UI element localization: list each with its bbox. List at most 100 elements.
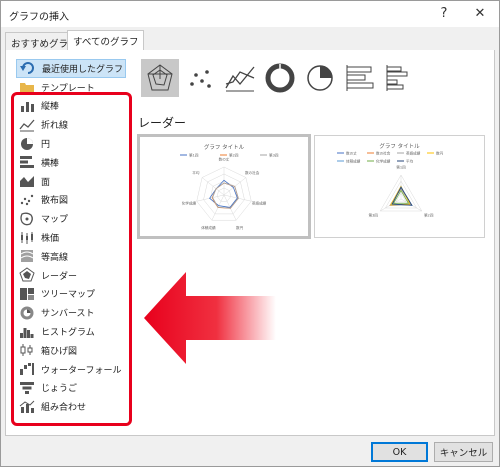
column-chart-icon	[19, 99, 35, 113]
legend-label: 第2四	[229, 153, 239, 158]
category-waterfall-chart[interactable]: ウォーターフォール	[16, 360, 126, 379]
radar-axis-label: 第3四	[369, 213, 379, 218]
help-button[interactable]: ?	[433, 4, 455, 24]
funnel-chart-icon	[19, 381, 35, 395]
legend-label: 体積成績	[346, 159, 361, 164]
category-histogram-chart[interactable]: ヒストグラム	[16, 322, 126, 341]
surface-chart-icon	[19, 249, 35, 263]
category-scatter-chart[interactable]: 散布図	[16, 191, 126, 210]
category-recent-undo[interactable]: 最近使用したグラフ	[16, 59, 126, 78]
radar-axis-label: 平均	[192, 170, 200, 175]
scatter-subtype-icon[interactable]	[181, 59, 219, 97]
chart-panel: 最近使用したグラフ テンプレート 縦棒 折れ線円横棒面散布図 マップ 株価 等高線 レーダーツ…	[5, 50, 495, 436]
stock-chart-icon	[19, 231, 35, 245]
category-label: じょうご	[41, 384, 78, 395]
doughnut-subtype-icon[interactable]	[261, 59, 299, 97]
radar-axis-label: 第1四	[396, 165, 406, 170]
radar-axis-label: 数の社会	[245, 170, 260, 175]
preview-1-chart: 第1四 第2四 第3四数の丈数の社会英語成績数円 体積成績 化学成績 平均	[180, 153, 279, 230]
insert-chart-dialog: グラフの挿入 ? ✕ おすすめグラフ すべてのグラフ 最近使用したグラフ テンプレ…	[0, 0, 500, 467]
category-pie-chart[interactable]: 円	[16, 134, 126, 153]
category-sunburst-chart[interactable]: サンバースト	[16, 303, 126, 322]
category-box-whisker-chart[interactable]: 箱ひげ図	[16, 341, 126, 360]
category-surface-chart[interactable]: 等高線	[16, 247, 126, 266]
section-title: レーダー	[138, 116, 187, 130]
legend-label: 平均	[406, 159, 414, 164]
ok-button[interactable]: OK	[371, 442, 428, 462]
category-label: ツリーマップ	[41, 290, 96, 301]
category-label: 株価	[41, 234, 60, 245]
category-label: 縦棒	[41, 102, 60, 113]
radar-axis-label: 体積成績	[201, 225, 216, 230]
radar-axis-label: 英語成績	[252, 201, 267, 206]
box-whisker-chart-icon	[19, 343, 35, 357]
clustered-bar-subtype-icon[interactable]	[381, 59, 419, 97]
chart-preview-1[interactable]: グラフ タイトル 第1四 第2四 第3四 数の丈 数の社会 英語成績 数円 体積成績 化学成績平…	[137, 134, 311, 239]
category-label: ヒストグラム	[41, 328, 95, 339]
category-label: マップ	[41, 215, 69, 226]
category-label: 円	[41, 140, 51, 151]
category-label: テンプレート	[41, 83, 95, 94]
close-button[interactable]: ✕	[469, 4, 491, 24]
category-stock-chart[interactable]: 株価	[16, 228, 126, 247]
legend-label: 第3四	[269, 153, 279, 158]
tab-bar: おすすめグラフ すべてのグラフ	[5, 29, 495, 52]
radar-subtype-icon[interactable]	[141, 59, 179, 97]
category-label: 散布図	[41, 196, 69, 207]
category-folder[interactable]: テンプレート	[16, 78, 126, 97]
category-label: 箱ひげ図	[41, 346, 78, 357]
category-column-chart[interactable]: 縦棒	[16, 97, 126, 116]
category-funnel-chart[interactable]: じょうご	[16, 379, 126, 398]
category-map-chart[interactable]: マップ	[16, 209, 126, 228]
dialog-title: グラフの挿入	[9, 12, 69, 23]
category-bar-chart[interactable]: 横棒	[16, 153, 126, 172]
chart-category-list: 最近使用したグラフ テンプレート 縦棒折れ線円横棒面散布図マップ株価等高線レーダーツ…	[16, 59, 126, 416]
category-area-chart[interactable]: 面	[16, 172, 126, 191]
radar-axis-label: 数の丈	[219, 157, 230, 162]
red-arrow-icon	[144, 272, 276, 364]
category-label: レーダー	[41, 271, 78, 282]
legend-label: 化学成績	[376, 159, 391, 164]
recent-undo-icon	[20, 61, 36, 75]
category-label: 等高線	[41, 252, 69, 263]
radar-chart-icon	[19, 267, 35, 282]
category-label: ウォーターフォール	[41, 365, 122, 376]
sunburst-chart-icon	[19, 306, 35, 320]
line-chart-icon	[19, 118, 35, 132]
area-chart-icon	[19, 174, 35, 188]
category-label: 横棒	[41, 158, 60, 169]
pie-subtype-icon[interactable]	[301, 59, 339, 97]
category-label: 最近使用したグラフ	[42, 64, 124, 75]
histogram-chart-icon	[19, 325, 35, 339]
category-label: 折れ線	[41, 121, 69, 132]
chart-subtype-row	[141, 59, 421, 99]
stacked-bar-subtype-icon[interactable]	[341, 59, 379, 97]
legend-label: 英語成績	[406, 151, 421, 156]
title-bar: グラフの挿入 ? ✕	[1, 1, 499, 27]
legend-label: 数円	[436, 151, 444, 156]
tab-all-charts[interactable]: すべてのグラフ	[67, 30, 145, 52]
bar-chart-icon	[19, 155, 35, 169]
line-subtype-icon[interactable]	[221, 59, 259, 97]
radar-axis-label: 数円	[236, 225, 244, 230]
radar-axis-label: 第2四	[424, 213, 434, 218]
category-label: 組み合わせ	[41, 403, 87, 414]
map-chart-icon	[19, 212, 35, 226]
radar-axis-label: 化学成績	[182, 201, 197, 206]
category-line-chart[interactable]: 折れ線	[16, 115, 126, 134]
category-combo-chart[interactable]: 組み合わせ	[16, 397, 126, 416]
treemap-chart-icon	[19, 287, 35, 301]
cancel-button[interactable]: キャンセル	[434, 442, 493, 462]
legend-label: 第1四	[189, 153, 199, 158]
category-label: 面	[41, 177, 51, 188]
combo-chart-icon	[19, 400, 35, 414]
legend-label: 数の社会	[376, 151, 391, 156]
category-radar-chart[interactable]: レーダー	[16, 266, 126, 285]
chart-preview-2[interactable]: グラフ タイトル 数の丈 数の社会 英語成績 数円 体積成績 化学成績 平均 第1四 第2四 第3…	[314, 135, 485, 238]
legend-label: 数の丈	[346, 151, 357, 156]
folder-icon	[19, 80, 35, 94]
category-treemap-chart[interactable]: ツリーマップ	[16, 285, 126, 304]
pie-chart-icon	[19, 137, 35, 151]
preview-2-chart: 数の丈 数の社会 英語成績 数円体積成績 化学成績 平均第1四第2四 第3四	[337, 151, 444, 218]
waterfall-chart-icon	[19, 362, 35, 376]
